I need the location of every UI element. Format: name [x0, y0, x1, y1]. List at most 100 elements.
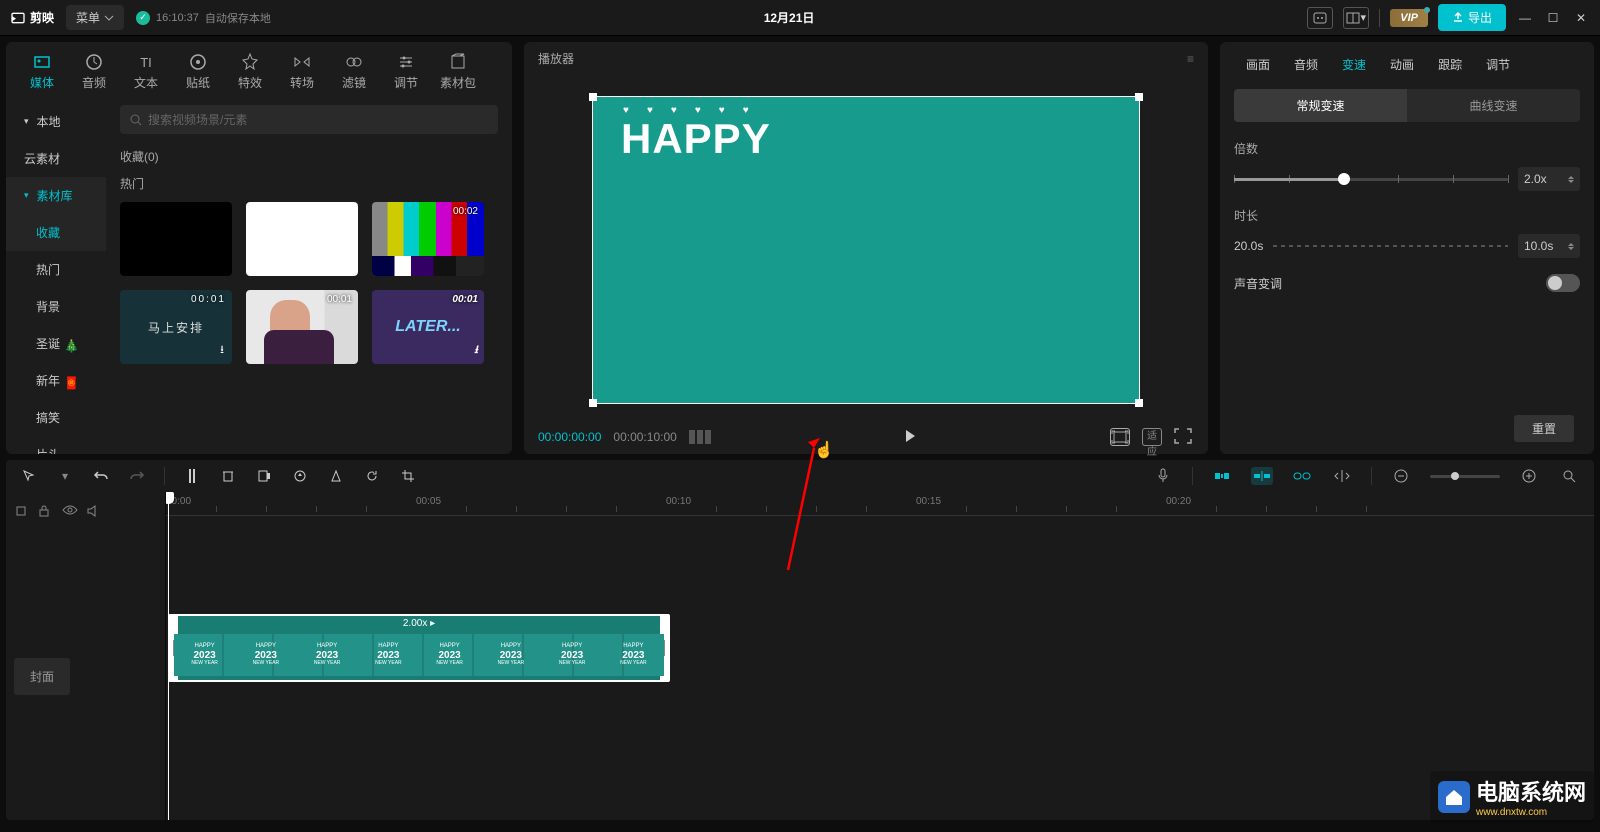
app-logo: 剪映 [10, 9, 54, 26]
redo-button[interactable] [128, 467, 146, 485]
top-tab-素材包[interactable]: 素材包 [432, 48, 484, 95]
lock-track-icon[interactable] [14, 504, 28, 518]
export-button[interactable]: 导出 [1438, 4, 1506, 31]
search-input[interactable]: 搜索视频场景/元素 [120, 105, 498, 134]
eye-icon[interactable] [62, 504, 76, 518]
prop-tab-画面[interactable]: 画面 [1234, 50, 1282, 79]
zoom-fit-icon[interactable] [1558, 467, 1580, 485]
thumb-item[interactable] [246, 202, 358, 276]
magnet-main-icon[interactable] [1211, 467, 1233, 485]
side-item-本地[interactable]: 本地 [6, 103, 106, 140]
close-button[interactable]: ✕ [1572, 9, 1590, 27]
shortcut-icon[interactable] [1307, 7, 1333, 29]
magnet-track-icon[interactable] [1251, 467, 1273, 485]
watermark: 电脑系统网www.dnxtw.com [1430, 771, 1594, 822]
speed-tab-曲线变速[interactable]: 曲线变速 [1407, 89, 1580, 122]
hot-label: 热门 [120, 175, 498, 192]
zoom-slider[interactable] [1430, 475, 1500, 478]
select-tool[interactable] [20, 467, 38, 485]
prop-tab-变速[interactable]: 变速 [1330, 50, 1378, 79]
side-item-片头[interactable]: 片头 [6, 436, 106, 454]
pitch-toggle[interactable] [1546, 274, 1580, 292]
delete-tool[interactable] [219, 467, 237, 485]
top-tab-转场[interactable]: 转场 [276, 48, 328, 95]
side-item-搞笑[interactable]: 搞笑 [6, 399, 106, 436]
svg-text:TI: TI [140, 55, 152, 70]
prop-tab-调节[interactable]: 调节 [1474, 50, 1522, 79]
vip-badge[interactable]: VIP [1390, 9, 1428, 27]
undo-button[interactable] [92, 467, 110, 485]
thumb-item[interactable]: 00:01 [246, 290, 358, 364]
original-ratio-icon[interactable] [1110, 428, 1130, 446]
side-item-热门[interactable]: 热门 [6, 251, 106, 288]
preview-title: 播放器 [538, 50, 574, 67]
side-item-收藏[interactable]: 收藏 [6, 214, 106, 251]
speed-tab-常规变速[interactable]: 常规变速 [1234, 89, 1407, 122]
side-item-云素材[interactable]: 云素材 [6, 140, 106, 177]
multiplier-value[interactable]: 2.0x [1518, 167, 1580, 191]
top-tab-滤镜[interactable]: 滤镜 [328, 48, 380, 95]
side-item-新年[interactable]: 新年 🧧 [6, 362, 106, 399]
preview-panel: 播放器 ≡ ♥♥♥♥♥♥ HAPPY 00:00:00:00 00:00:10:… [524, 42, 1208, 454]
timeline-toolbar: ▾ [6, 460, 1594, 492]
rotate-tool[interactable] [363, 467, 381, 485]
timeline: 封面 00:0000:0500:1000:1500:20 2.00x ▸ HAP… [6, 492, 1594, 820]
mute-icon[interactable] [86, 504, 100, 518]
thumb-item[interactable]: 00:01马上安排⭳ [120, 290, 232, 364]
top-tab-特效[interactable]: 特效 [224, 48, 276, 95]
thumb-item[interactable]: 00:01LATER...⭳ [372, 290, 484, 364]
cover-button[interactable]: 封面 [14, 658, 70, 695]
duration-from: 20.0s [1234, 239, 1263, 253]
zoom-out-icon[interactable] [1390, 467, 1412, 485]
side-item-素材库[interactable]: 素材库 [6, 177, 106, 214]
prop-tab-音频[interactable]: 音频 [1282, 50, 1330, 79]
select-dropdown[interactable]: ▾ [56, 467, 74, 485]
reset-button[interactable]: 重置 [1514, 415, 1574, 442]
check-icon [136, 11, 150, 25]
video-clip[interactable]: 2.00x ▸ HAPPY2023NEW YEARHAPPY2023NEW YE… [168, 614, 670, 682]
fullscreen-icon[interactable] [1174, 428, 1194, 446]
side-item-背景[interactable]: 背景 [6, 288, 106, 325]
prop-tab-跟踪[interactable]: 跟踪 [1426, 50, 1474, 79]
crop-tool[interactable] [399, 467, 417, 485]
mirror-tool[interactable] [327, 467, 345, 485]
thumb-item[interactable]: 00:02 [372, 202, 484, 276]
zoom-in-icon[interactable] [1518, 467, 1540, 485]
layout-icon[interactable]: ▾ [1343, 7, 1369, 29]
top-tab-文本[interactable]: TI文本 [120, 48, 172, 95]
thumb-item[interactable] [120, 202, 232, 276]
menu-button[interactable]: 菜单 [66, 5, 124, 30]
side-item-圣诞[interactable]: 圣诞 🎄 [6, 325, 106, 362]
media-panel: 媒体音频TI文本贴纸特效转场滤镜调节素材包 本地云素材素材库收藏热门背景圣诞 🎄… [6, 42, 512, 454]
preview-menu-icon[interactable]: ≡ [1187, 52, 1194, 66]
maximize-button[interactable]: ☐ [1544, 9, 1562, 27]
duration-bar [1273, 245, 1508, 247]
top-tab-音频[interactable]: 音频 [68, 48, 120, 95]
link-icon[interactable] [1291, 467, 1313, 485]
fit-button[interactable]: 适应 [1142, 428, 1162, 446]
mic-icon[interactable] [1152, 467, 1174, 485]
side-nav: 本地云素材素材库收藏热门背景圣诞 🎄新年 🧧搞笑片头 [6, 95, 106, 454]
minimize-button[interactable]: — [1516, 9, 1534, 27]
split-tool[interactable] [183, 467, 201, 485]
lock-icon[interactable] [38, 504, 52, 518]
reverse-tool[interactable] [291, 467, 309, 485]
preview-text: HAPPY [621, 115, 771, 163]
prop-tab-动画[interactable]: 动画 [1378, 50, 1426, 79]
preview-canvas[interactable]: ♥♥♥♥♥♥ HAPPY [592, 96, 1140, 404]
preview-cut-icon[interactable] [1331, 467, 1353, 485]
timeline-ruler[interactable]: 00:0000:0500:1000:1500:20 [166, 492, 1594, 516]
top-tab-贴纸[interactable]: 贴纸 [172, 48, 224, 95]
pitch-label: 声音变调 [1234, 275, 1282, 292]
favorites-label: 收藏(0) [120, 148, 498, 165]
multiplier-slider[interactable] [1234, 178, 1508, 181]
multiplier-label: 倍数 [1234, 140, 1580, 157]
top-tab-调节[interactable]: 调节 [380, 48, 432, 95]
time-total: 00:00:10:00 [613, 430, 676, 444]
view-mode-icon[interactable] [689, 430, 711, 444]
top-tab-媒体[interactable]: 媒体 [16, 48, 68, 95]
crop-left-tool[interactable] [255, 467, 273, 485]
time-current: 00:00:00:00 [538, 430, 601, 444]
play-button[interactable] [723, 430, 1098, 445]
duration-to[interactable]: 10.0s [1518, 234, 1580, 258]
